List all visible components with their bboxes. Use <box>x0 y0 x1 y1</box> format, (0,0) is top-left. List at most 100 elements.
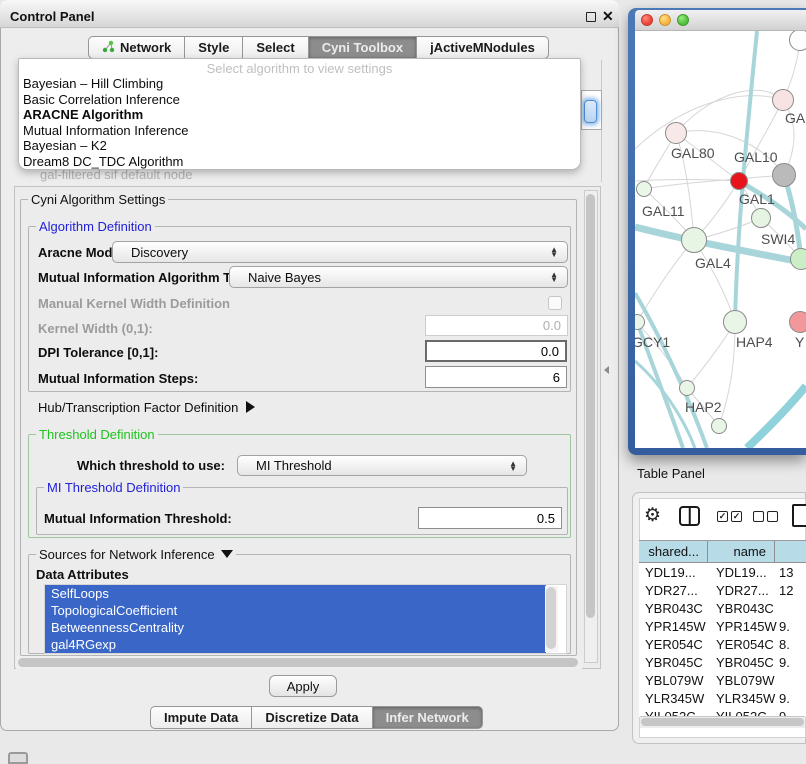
horizontal-scrollbar-thumb[interactable] <box>18 658 578 667</box>
attribute-list-item[interactable]: SelfLoops <box>45 585 546 602</box>
aracne-mode-combo[interactable]: Discovery ▲▼ <box>112 241 568 263</box>
network-node-gal11[interactable] <box>636 181 652 197</box>
network-node-hap4[interactable] <box>723 310 747 334</box>
close-icon[interactable]: ✕ <box>602 8 614 25</box>
node-label: GAL4 <box>695 255 731 271</box>
table-row[interactable]: YBR045CYBR045C9. <box>639 653 806 671</box>
tab-select[interactable]: Select <box>242 36 308 59</box>
column-header-name[interactable]: name <box>708 541 775 562</box>
deselect-all-checkbox-icon[interactable] <box>753 511 764 522</box>
network-node-hap2[interactable] <box>679 380 695 396</box>
aracne-mode-value: Discovery <box>131 245 188 260</box>
column-layout-icon[interactable] <box>679 506 700 526</box>
control-panel-title: Control Panel <box>10 9 95 24</box>
attribute-list-item[interactable]: BetweennessCentrality <box>45 619 546 636</box>
table-row[interactable]: YDL19...YDL19...13 <box>639 563 806 581</box>
window-minimize-button[interactable] <box>659 14 671 26</box>
table-cell: YBR045C <box>639 655 708 670</box>
network-node-swi4[interactable] <box>790 248 806 270</box>
expand-right-icon[interactable] <box>246 401 255 413</box>
network-node[interactable] <box>789 31 806 51</box>
vertical-scrollbar-thumb[interactable] <box>586 194 595 618</box>
algorithm-dropdown-popup: Select algorithm to view settings Bayesi… <box>18 58 581 170</box>
table-row[interactable]: YER054CYER054C8. <box>639 635 806 653</box>
mi-threshold-field[interactable]: 0.5 <box>418 507 562 529</box>
dpi-tolerance-field[interactable]: 0.0 <box>425 340 567 362</box>
application-root: Control Panel ✕ Network Style SelectCyni T… <box>0 0 806 762</box>
list-scrollbar-thumb[interactable] <box>546 587 556 649</box>
document-icon[interactable] <box>792 504 806 527</box>
collapse-down-icon[interactable] <box>221 550 233 558</box>
algorithm-option[interactable]: ARACNE Algorithm <box>19 107 580 123</box>
tab-label: Impute Data <box>164 710 238 725</box>
algorithm-option[interactable]: Bayesian – K2 <box>19 138 580 154</box>
kernel-width-field[interactable]: 0.0 <box>425 315 568 336</box>
select-all-checkbox-icon[interactable]: ✓ <box>717 511 728 522</box>
network-node-gal4[interactable] <box>681 227 707 253</box>
splitter-arrow-icon[interactable] <box>604 366 609 374</box>
hub-definition-expander[interactable]: Hub/Transcription Factor Definition <box>38 400 255 415</box>
table-row[interactable]: YDR27...YDR27...12 <box>639 581 806 599</box>
network-node-gal[interactable] <box>772 89 794 111</box>
which-threshold-combo[interactable]: MI Threshold ▲▼ <box>237 455 527 476</box>
table-cell: YBL079W <box>639 673 708 688</box>
column-header-cut[interactable] <box>775 541 806 562</box>
attribute-list-item[interactable]: gal4RGexp <box>45 636 546 653</box>
tab-label: Style <box>198 40 229 55</box>
network-canvas[interactable]: GALGAL80GAL10GAL11GAL1GAL4SWI4GCY1HAP4YH… <box>635 31 806 448</box>
apply-button[interactable]: Apply <box>269 675 337 697</box>
tab-label: jActiveMNodules <box>430 40 535 55</box>
float-window-icon[interactable] <box>586 12 596 22</box>
tab-infer-network[interactable]: Infer Network <box>372 706 483 729</box>
sources-title: Sources for Network Inference <box>39 547 215 562</box>
gear-icon[interactable]: ⚙ <box>644 504 661 527</box>
kernel-width-value: 0.0 <box>543 318 561 333</box>
threshold-definition-legend: Threshold Definition <box>36 427 158 442</box>
tab-impute-data[interactable]: Impute Data <box>150 706 252 729</box>
combo-spinner-icon: ▲▼ <box>509 461 517 471</box>
sources-legend[interactable]: Sources for Network Inference <box>36 547 236 562</box>
algorithm-dropdown-placeholder: Select algorithm to view settings <box>19 59 580 76</box>
attribute-list-item[interactable]: TopologicalCoefficient <box>45 602 546 619</box>
node-label: SWI4 <box>761 231 795 247</box>
list-scrollbar[interactable] <box>545 586 558 652</box>
algorithm-option[interactable]: Basic Correlation Inference <box>19 92 580 108</box>
window-zoom-button[interactable] <box>677 14 689 26</box>
manual-kernel-checkbox[interactable] <box>548 296 562 310</box>
tab-network[interactable]: Network <box>88 36 185 59</box>
tab-label: Discretize Data <box>265 710 358 725</box>
select-all-checkbox-icon[interactable]: ✓ <box>731 511 742 522</box>
tab-style[interactable]: Style <box>184 36 243 59</box>
table-row[interactable]: YLR345WYLR345W9. <box>639 690 806 708</box>
column-header-shared-name[interactable]: shared... <box>639 541 708 562</box>
network-node[interactable] <box>772 163 796 187</box>
tab-discretize-data[interactable]: Discretize Data <box>251 706 372 729</box>
corner-button[interactable] <box>8 752 28 764</box>
table-row[interactable]: YBR043CYBR043C <box>639 599 806 617</box>
tab-jactivemnodules[interactable]: jActiveMNodules <box>416 36 549 59</box>
table-row[interactable]: YBL079WYBL079W <box>639 672 806 690</box>
window-close-button[interactable] <box>641 14 653 26</box>
algorithm-option[interactable]: Dream8 DC_TDC Algorithm <box>19 154 580 170</box>
mi-steps-field[interactable]: 6 <box>425 366 567 388</box>
table-cell: YPR145W <box>708 619 775 634</box>
network-node-gal10[interactable] <box>730 172 748 190</box>
combo-spinner-icon: ▲▼ <box>550 247 558 257</box>
network-node[interactable] <box>711 418 727 434</box>
network-node-gal80[interactable] <box>665 122 687 144</box>
table-row[interactable]: YPR145WYPR145W9. <box>639 617 806 635</box>
combo-focus-button[interactable] <box>584 100 597 123</box>
table-cell: 9. <box>775 655 806 670</box>
tab-cyni-toolbox[interactable]: Cyni Toolbox <box>308 36 417 59</box>
table-horizontal-scrollbar-thumb[interactable] <box>641 718 804 726</box>
which-threshold-label: Which threshold to use: <box>60 458 225 473</box>
mi-type-combo[interactable]: Naive Bayes ▲▼ <box>229 266 568 288</box>
algorithm-option[interactable]: Bayesian – Hill Climbing <box>19 76 580 92</box>
dpi-tolerance-label: DPI Tolerance [0,1]: <box>38 345 158 360</box>
node-label: GAL10 <box>734 149 778 165</box>
deselect-all-checkbox-icon[interactable] <box>767 511 778 522</box>
network-node-y[interactable] <box>789 311 806 333</box>
network-node-gal1[interactable] <box>751 208 771 228</box>
algorithm-option[interactable]: Mutual Information Inference <box>19 123 580 139</box>
tab-label: Infer Network <box>386 710 469 725</box>
